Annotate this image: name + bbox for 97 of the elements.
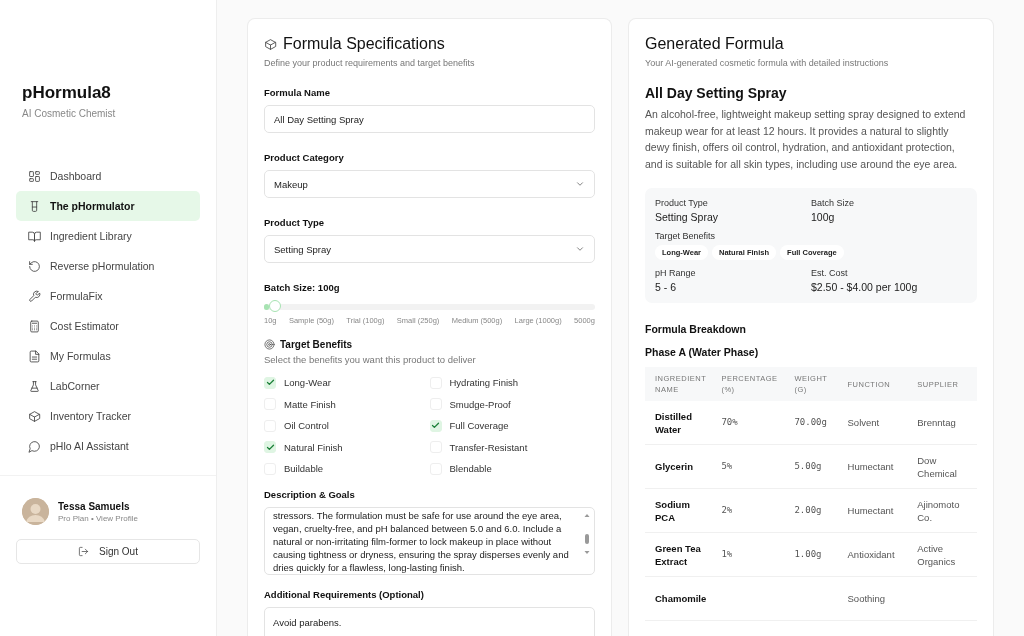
checkbox-label: Full Coverage — [449, 420, 509, 432]
info-label: Batch Size — [811, 198, 856, 208]
card-subtitle: Your AI-generated cosmetic formula with detailed instructions — [645, 58, 890, 68]
calculator-icon — [28, 319, 41, 333]
app-tagline: AI Cosmetic Chemist — [22, 108, 117, 119]
table-cell: Sodium PCA — [645, 488, 712, 533]
info-value: 100g — [811, 211, 836, 223]
table-cell: Chamomile — [645, 576, 712, 621]
checkbox-label: Blendable — [449, 463, 492, 475]
checkbox-label: Buildable — [284, 463, 324, 475]
flask-icon — [28, 379, 41, 393]
grid-icon — [28, 169, 41, 183]
target-icon — [264, 339, 275, 350]
nav-item[interactable]: The pHormulator — [16, 191, 200, 221]
dropdown[interactable]: Setting Spray — [264, 235, 595, 263]
checkbox-label: Hydrating Finish — [449, 377, 519, 389]
info-label: Target Benefits — [655, 231, 717, 241]
table-cell: 1% — [711, 532, 785, 577]
table-cell: Solvent — [837, 401, 908, 445]
dropdown[interactable]: Makeup — [264, 170, 595, 198]
avatar[interactable] — [22, 498, 49, 525]
table-cell: 2% — [711, 488, 785, 533]
table-cell: Soothing — [837, 576, 908, 621]
table-cell: 5% — [711, 444, 785, 489]
table-cell: 1.00g — [784, 532, 838, 577]
user-plan-link[interactable]: Pro Plan • View Profile — [58, 513, 139, 523]
nav-item[interactable]: pHlo AI Assistant — [16, 431, 200, 461]
checkbox-label: Matte Finish — [284, 398, 336, 410]
checkbox-label: Natural Finish — [284, 441, 343, 453]
sign-out-button[interactable]: Sign Out — [16, 539, 200, 564]
table-cell: Ajinomoto Co. — [907, 488, 977, 533]
nav-item[interactable]: Ingredient Library — [16, 221, 200, 251]
checkbox[interactable] — [264, 441, 276, 454]
section-title: Target Benefits — [280, 339, 353, 350]
nav-item[interactable]: FormulaFix — [16, 281, 200, 311]
table-cell: Green Tea Extract — [645, 532, 712, 577]
table-cell: 70% — [711, 401, 785, 445]
nav-item[interactable]: Inventory Tracker — [16, 401, 200, 431]
nav-item[interactable]: LabCorner — [16, 371, 200, 401]
table-cell: Dow Chemical — [907, 444, 977, 489]
nav-item[interactable]: Cost Estimator — [16, 311, 200, 341]
table-cell: Humectant — [837, 444, 908, 489]
table-cell: Active Organics — [907, 532, 977, 577]
package-icon — [28, 409, 41, 423]
info-label: Est. Cost — [811, 268, 849, 278]
table-cell: Distilled Water — [645, 401, 712, 445]
checkbox-label: Transfer-Resistant — [449, 441, 528, 453]
rotate-icon — [28, 259, 41, 273]
field-label: Batch Size: 100g — [264, 282, 341, 293]
checkbox[interactable] — [264, 376, 276, 389]
requirements-textarea[interactable]: Avoid parabens. — [264, 606, 595, 636]
card-title: Formula Specifications — [283, 35, 445, 53]
wrench-icon — [28, 289, 41, 303]
table-cell: Brenntag — [907, 401, 977, 445]
table-cell: Glycerin — [645, 444, 712, 489]
field-label: Product Category — [264, 152, 345, 163]
nav-item[interactable]: Reverse pHormulation — [16, 251, 200, 281]
info-value: $2.50 - $4.00 per 100g — [811, 281, 919, 293]
card-title: Generated Formula — [645, 35, 785, 53]
beaker-icon — [28, 199, 41, 213]
book-icon — [28, 229, 41, 243]
slider-thumb[interactable] — [268, 300, 281, 312]
box-icon — [264, 37, 277, 51]
info-label: Product Type — [655, 198, 709, 208]
document-icon — [28, 349, 41, 363]
field-label: Description & Goals — [264, 488, 356, 500]
section-subtitle: Select the benefits you want this product to deliver — [264, 354, 477, 365]
field-label: Product Type — [264, 217, 325, 228]
table-cell: 5.00g — [784, 444, 838, 489]
checkbox-label: Long-Wear — [284, 377, 331, 389]
checkbox[interactable] — [429, 419, 442, 432]
chat-icon — [28, 439, 41, 453]
chevron-down-icon — [575, 179, 585, 189]
info-value: Setting Spray — [655, 211, 720, 223]
checkbox-label: Smudge-Proof — [449, 398, 511, 410]
nav-item[interactable]: Dashboard — [16, 161, 200, 191]
formula-summary: An alcohol-free, lightweight makeup setting spray designed to extend makeup wear for at least 12 hours. It provides a natural to slightly dewy finish, offers oil control, hydration, and antioxidant protection, and is suitable for all skin types, including use around the eye area. — [645, 107, 967, 172]
info-value: 5 - 6 — [655, 281, 677, 293]
table-cell: Antioxidant — [837, 532, 908, 577]
nav-item[interactable]: My Formulas — [16, 341, 200, 371]
sign-out-icon — [78, 546, 90, 557]
table-cell: 2.00g — [784, 488, 838, 533]
user-name: Tessa Samuels — [58, 500, 131, 512]
chevron-down-icon — [575, 244, 585, 254]
app-logo-text: pHormula8 — [22, 83, 112, 103]
card-subtitle: Define your product requirements and target benefits — [264, 58, 476, 68]
description-textarea[interactable]: stressors. The formulation must be safe for use around the eye area, vegan, cruelty-free, and pH balanced between 5.0 and 6.0. Include a natural or non-irritating film-former to lock makeup in place without causing tightness or dryness, ensuring the spray disperses evenly and dries quickly for a flawless, long-lasting finish. — [264, 506, 595, 575]
section-title: Formula Breakdown — [645, 323, 747, 335]
field-label: Formula Name — [264, 87, 331, 98]
table-cell: Humectant — [837, 488, 908, 533]
field-label: Additional Requirements (Optional) — [264, 588, 425, 600]
checkbox-label: Oil Control — [284, 420, 329, 432]
phase-title: Phase A (Water Phase) — [645, 346, 760, 358]
table-cell: 70.00g — [784, 401, 838, 445]
info-label: pH Range — [655, 268, 697, 278]
text-field[interactable]: All Day Setting Spray — [264, 105, 595, 133]
formula-name: All Day Setting Spray — [645, 85, 788, 101]
